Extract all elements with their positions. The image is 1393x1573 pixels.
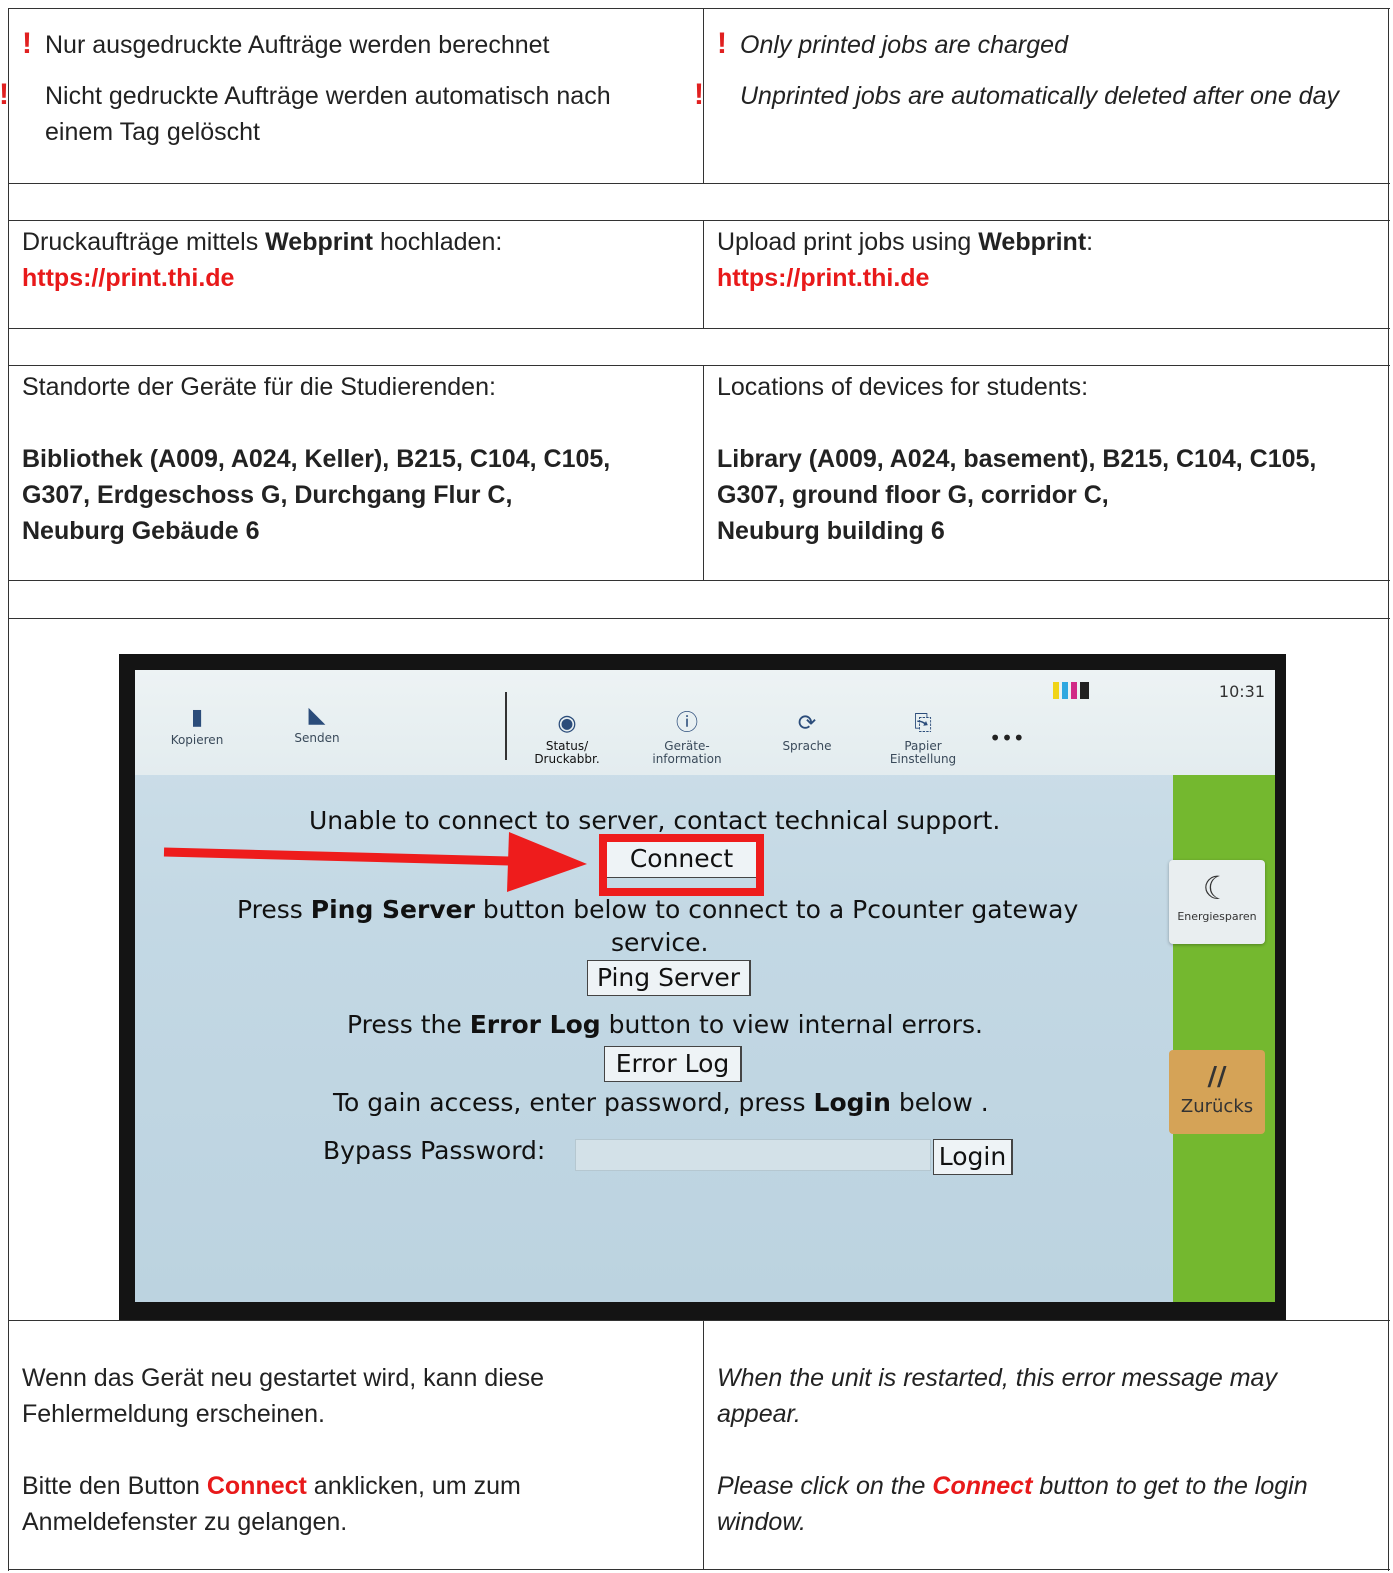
exclamation-icon: ! bbox=[22, 27, 32, 60]
connect-label-highlight: Connect bbox=[206, 1472, 307, 1500]
table-border bbox=[8, 1569, 1390, 1570]
upload-text-en-end: : bbox=[1086, 228, 1094, 256]
table-border bbox=[8, 220, 1390, 221]
table-border bbox=[703, 365, 704, 581]
restart-de: Wenn das Gerät neu gestartet wird, kann … bbox=[22, 1360, 682, 1540]
table-border bbox=[703, 220, 704, 329]
table-border bbox=[703, 1320, 704, 1570]
upload-de: Druckaufträge mittels Webprint hochladen… bbox=[22, 224, 692, 296]
notices-en: ! Only printed jobs are charged ! Unprinte… bbox=[694, 26, 1367, 114]
restart-en: When the unit is restarted, this error m… bbox=[717, 1360, 1357, 1540]
notice-deleted-de: Nicht gedruckte Aufträge werden automati… bbox=[45, 82, 611, 146]
exclamation-icon: ! bbox=[0, 78, 9, 111]
click-text: Bitte den Button bbox=[22, 1472, 207, 1500]
upload-text-de-end: hochladen: bbox=[373, 228, 503, 256]
locations-line: G307, Erdgeschoss G, Durchgang Flur C, bbox=[22, 481, 513, 509]
upload-text-de: Druckaufträge mittels bbox=[22, 228, 266, 256]
webprint-link[interactable]: https://print.thi.de bbox=[22, 264, 234, 292]
locations-heading-de: Standorte der Geräte für die Studierende… bbox=[22, 373, 496, 401]
exclamation-icon: ! bbox=[717, 27, 727, 60]
click-instruction-de: Bitte den Button Connect anklicken, um z… bbox=[22, 1468, 682, 1540]
webprint-link[interactable]: https://print.thi.de bbox=[717, 264, 929, 292]
locations-line: Bibliothek (A009, A024, Keller), B215, C… bbox=[22, 445, 611, 473]
table-border bbox=[8, 183, 1390, 184]
notices-de: ! Nur ausgedruckte Aufträge werden berech… bbox=[0, 26, 682, 150]
red-arrow-icon bbox=[163, 832, 587, 892]
click-text: Please click on the bbox=[717, 1472, 933, 1500]
device-screen-photo: ▮ Kopieren ◣ Senden ◉ Status/ Druckabbr.… bbox=[119, 654, 1286, 1320]
table-border bbox=[1388, 8, 1389, 1571]
webprint-label: Webprint bbox=[265, 228, 374, 256]
restart-message-en: When the unit is restarted, this error m… bbox=[717, 1364, 1277, 1428]
table-border bbox=[8, 618, 1390, 619]
locations-de: Standorte der Geräte für die Studierende… bbox=[22, 369, 692, 549]
table-border bbox=[8, 8, 9, 1571]
upload-text-en: Upload print jobs using bbox=[717, 228, 979, 256]
notice-deleted-en: Unprinted jobs are automatically deleted… bbox=[740, 82, 1339, 110]
click-instruction-en: Please click on the Connect button to ge… bbox=[717, 1468, 1357, 1540]
exclamation-icon: ! bbox=[694, 78, 704, 111]
restart-message-de: Wenn das Gerät neu gestartet wird, kann … bbox=[22, 1364, 545, 1428]
table-border bbox=[8, 1320, 1390, 1321]
info-document: ! Nur ausgedruckte Aufträge werden berech… bbox=[0, 8, 1390, 1571]
webprint-label: Webprint bbox=[978, 228, 1087, 256]
locations-line: Library (A009, A024, basement), B215, C1… bbox=[717, 445, 1317, 473]
table-border bbox=[8, 328, 1390, 329]
connect-label-highlight: Connect bbox=[932, 1472, 1033, 1500]
locations-line: G307, ground floor G, corridor C, bbox=[717, 481, 1109, 509]
table-border bbox=[8, 365, 1390, 366]
locations-en: Locations of devices for students: Libra… bbox=[717, 369, 1377, 549]
locations-line: Neuburg building 6 bbox=[717, 517, 945, 545]
locations-heading-en: Locations of devices for students: bbox=[717, 373, 1089, 401]
locations-line: Neuburg Gebäude 6 bbox=[22, 517, 260, 545]
notice-charged-de: Nur ausgedruckte Aufträge werden berechn… bbox=[45, 31, 550, 59]
table-border bbox=[8, 580, 1390, 581]
table-border bbox=[8, 8, 1390, 9]
upload-en: Upload print jobs using Webprint: https:… bbox=[717, 224, 1377, 296]
notice-charged-en: Only printed jobs are charged bbox=[740, 31, 1068, 59]
